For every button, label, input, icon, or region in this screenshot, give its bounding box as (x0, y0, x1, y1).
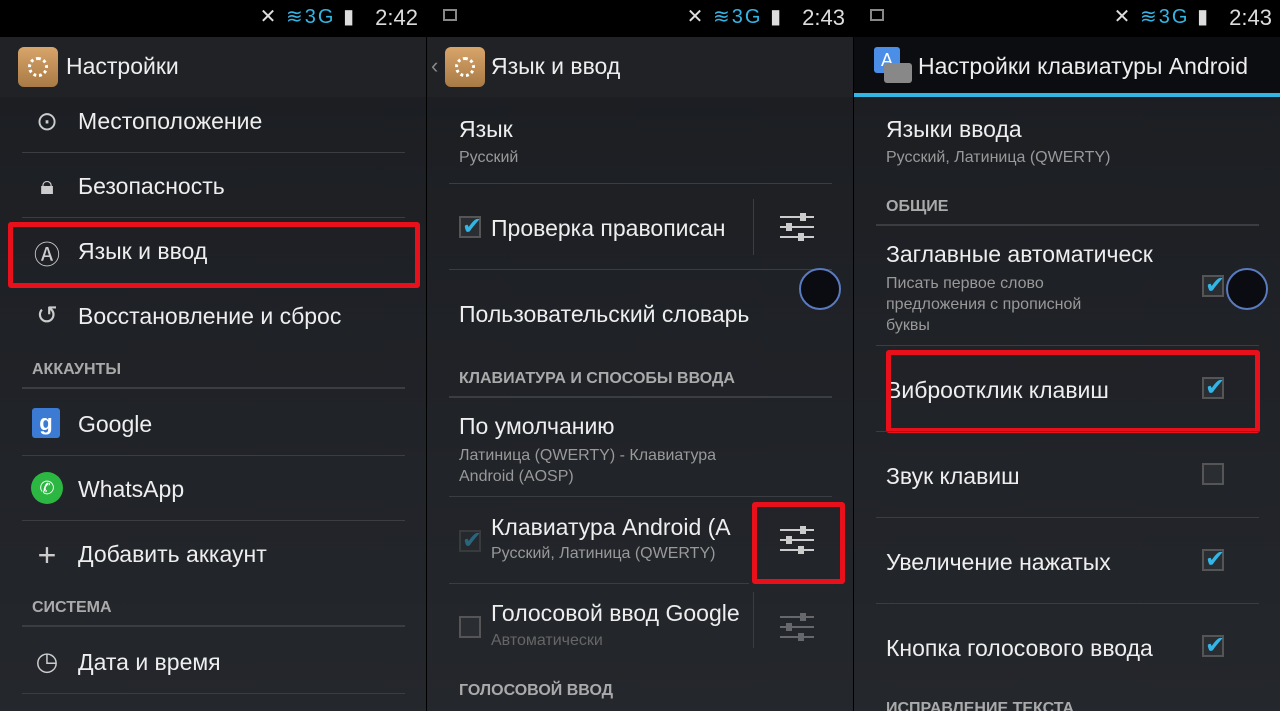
location-icon: ⊙ (36, 106, 58, 136)
highlight-box (8, 222, 420, 288)
section-header: АККАУНТЫ (32, 361, 121, 378)
spellcheck-label[interactable]: Проверка правописан (491, 215, 741, 242)
popup-checkbox[interactable] (1202, 545, 1225, 574)
highlight-box (752, 502, 845, 584)
notification-image-icon (443, 9, 457, 21)
section-header: ГОЛОСОВОЙ ВВОД (459, 682, 614, 699)
action-bar: A Настройки клавиатуры Android (854, 37, 1280, 97)
back-chevron-icon[interactable]: ‹ (431, 53, 438, 79)
android-keyboard-label[interactable]: Клавиатура Android (A (491, 514, 743, 541)
google-icon: g (32, 408, 60, 438)
floating-bubble[interactable] (1226, 268, 1268, 310)
voice-key-checkbox[interactable] (1202, 631, 1225, 660)
item-label: Заглавные автоматическ (886, 241, 1153, 267)
voice-input-label[interactable]: Голосовой ввод Google (491, 600, 746, 627)
clock: 2:43 (1229, 5, 1272, 30)
sound-checkbox[interactable] (1202, 463, 1224, 485)
item-label: Кнопка голосового ввода (886, 635, 1153, 661)
android-keyboard-value: Русский, Латиница (QWERTY) (491, 545, 716, 562)
keyboard-settings-panel: ✕ ≋3G ▮ 2:43 A Настройки клавиатуры Andr… (854, 0, 1280, 711)
section-header: КЛАВИАТУРА И СПОСОБЫ ВВОДА (459, 370, 735, 387)
status-bar: ✕ ≋3G ▮ 2:43 (427, 0, 853, 37)
item-desc: Писать первое слово (886, 275, 1044, 292)
item-value: Латиница (QWERTY) - Клавиатура (459, 447, 717, 464)
action-bar: Настройки (0, 37, 426, 97)
clock: 2:42 (375, 5, 418, 30)
item-desc: предложения с прописной (886, 296, 1082, 313)
highlight-box (886, 350, 1260, 433)
item-label: Местоположение (78, 108, 263, 134)
plus-icon: + (37, 537, 57, 573)
status-icons: ✕ ≋3G ▮ (1113, 6, 1210, 28)
item-label: WhatsApp (78, 476, 185, 502)
item-label: Дата и время (78, 649, 221, 675)
item-label: Увеличение нажатых (886, 549, 1111, 575)
notification-image-icon (870, 9, 884, 21)
page-title: Язык и ввод (491, 53, 621, 79)
item-value: Русский (459, 149, 519, 166)
restore-icon: ↺ (36, 300, 58, 330)
page-title: Настройки клавиатуры Android (918, 53, 1249, 79)
item-label: Языки ввода (886, 116, 1022, 142)
status-bar: ✕ ≋3G ▮ 2:43 (854, 0, 1280, 37)
android-keyboard-checkbox[interactable] (459, 526, 482, 555)
voice-input-value: Автоматически (491, 632, 603, 649)
floating-bubble[interactable] (799, 268, 841, 310)
item-value: Android (AOSP) (459, 468, 574, 485)
voice-input-checkbox[interactable] (459, 616, 481, 638)
whatsapp-icon: ✆ (31, 472, 63, 504)
item-label: Восстановление и сброс (78, 303, 342, 329)
settings-app-icon (445, 47, 485, 87)
section-header: ОБЩИЕ (886, 198, 949, 215)
settings-app-icon (18, 47, 58, 87)
clock-icon: ◷ (35, 646, 59, 676)
lock-icon: 🔒︎ (40, 170, 54, 200)
settings-panel: ✕ ≋3G ▮ 2:42 Настройки ⊙ Местоположение 🔒… (0, 0, 426, 711)
item-label: Звук клавиш (886, 463, 1020, 489)
action-bar[interactable]: ‹ Язык и ввод (427, 37, 853, 97)
item-label: Безопасность (78, 173, 225, 199)
status-icons: ✕ ≋3G ▮ (686, 6, 783, 28)
status-bar: ✕ ≋3G ▮ 2:42 (0, 0, 426, 37)
item-desc: буквы (886, 317, 930, 334)
voice-input-settings-icon[interactable] (780, 612, 814, 642)
item-value: Русский, Латиница (QWERTY) (886, 149, 1111, 166)
spellcheck-settings-icon[interactable] (780, 212, 814, 242)
item-label: По умолчанию (459, 413, 615, 439)
status-icons: ✕ ≋3G ▮ (259, 6, 356, 28)
spellcheck-checkbox[interactable] (459, 212, 482, 241)
item-label: Язык (459, 116, 513, 142)
section-header: СИСТЕМА (32, 599, 112, 616)
autocaps-checkbox[interactable] (1202, 271, 1225, 300)
language-input-panel: ✕ ≋3G ▮ 2:43 ‹ Язык и ввод Язык Русский … (427, 0, 853, 711)
user-dictionary-item[interactable]: Пользовательский словарь (459, 301, 749, 328)
item-label: Добавить аккаунт (78, 541, 267, 567)
clock: 2:43 (802, 5, 845, 30)
section-header: ИСПРАВЛЕНИЕ ТЕКСТА (886, 700, 1075, 711)
page-title: Настройки (66, 53, 179, 79)
item-label: Google (78, 411, 153, 437)
